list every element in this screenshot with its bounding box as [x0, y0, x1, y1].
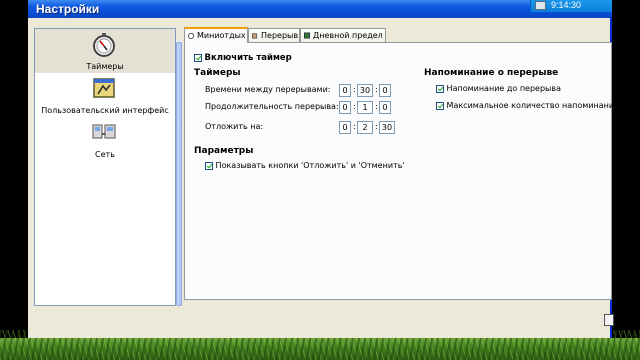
tray-app-icon[interactable]	[535, 1, 546, 10]
interval-seconds-field[interactable]: 0	[379, 84, 391, 97]
tab-panel: Включить таймер Таймеры Времени между пе…	[184, 42, 614, 300]
network-icon	[92, 124, 116, 139]
show-buttons-checkbox[interactable]: Показывать кнопки 'Отложить' и 'Отменить…	[205, 161, 405, 170]
duration-hours-field[interactable]: 0	[339, 101, 351, 114]
enable-timer-checkbox[interactable]: Включить таймер	[194, 53, 292, 63]
tab-daily-limit[interactable]: Дневной предел	[300, 28, 386, 42]
colon-separator: :	[353, 102, 356, 111]
vertical-scrollbar[interactable]	[176, 40, 182, 306]
timer-label-duration: Продолжительность перерыва:	[205, 102, 339, 111]
sidebar-item-timers[interactable]: Таймеры	[35, 29, 175, 73]
colon-separator: :	[375, 85, 378, 94]
checkbox-box[interactable]	[436, 101, 444, 110]
checkbox-label: Максимальное количество напоминани	[446, 101, 615, 110]
system-tray: 9:14:30	[530, 0, 612, 12]
stopwatch-icon	[187, 32, 195, 39]
daily-limit-icon	[304, 32, 310, 39]
sidebar-item-label: Сеть	[95, 150, 115, 159]
checkbox-box[interactable]	[436, 84, 444, 93]
tab-mini-break[interactable]: Миниотдых	[184, 27, 248, 43]
checkbox-label: Напоминание до перерыва	[446, 84, 561, 93]
timers-heading: Таймеры	[194, 68, 241, 78]
ui-icon	[93, 78, 115, 98]
colon-separator: :	[353, 85, 356, 94]
reminder-heading: Напоминание о перерыве	[424, 68, 559, 78]
checkbox-label: Показывать кнопки 'Отложить' и 'Отменить…	[215, 161, 405, 170]
tab-break[interactable]: Перерыв	[248, 28, 300, 42]
timer-label-interval: Времени между перерывами:	[205, 85, 331, 94]
timer-label-postpone: Отложить на:	[205, 122, 264, 131]
sidebar-item-label: Пользовательский интерфейс	[41, 106, 169, 115]
stopwatch-icon	[93, 33, 115, 57]
screen-border-right	[612, 0, 640, 360]
sidebar-item-network[interactable]: Сеть	[35, 117, 175, 161]
interval-hours-field[interactable]: 0	[339, 84, 351, 97]
postpone-seconds-field[interactable]: 30	[379, 121, 395, 134]
scrollbar-thumb[interactable]	[176, 42, 182, 306]
colon-separator: :	[375, 102, 378, 111]
tray-clock[interactable]: 9:14:30	[551, 0, 581, 10]
settings-window: Настройки Таймеры Пользовательский интер…	[28, 0, 614, 338]
sidebar-item-user-interface[interactable]: Пользовательский интерфейс	[35, 73, 175, 117]
window-title: Настройки	[36, 2, 100, 16]
params-heading: Параметры	[194, 146, 254, 156]
postpone-hours-field[interactable]: 0	[339, 121, 351, 134]
postpone-minutes-field[interactable]: 2	[357, 121, 373, 134]
category-list: Таймеры Пользовательский интерфейс Сеть	[34, 28, 176, 306]
colon-separator: :	[353, 122, 356, 131]
tab-label: Перерыв	[261, 31, 299, 40]
colon-separator: :	[375, 122, 378, 131]
duration-minutes-field[interactable]: 1	[357, 101, 373, 114]
window-corner-button[interactable]	[604, 314, 614, 326]
tab-label: Дневной предел	[313, 31, 383, 40]
max-reminders-checkbox[interactable]: Максимальное количество напоминани	[436, 101, 614, 110]
checkbox-label: Включить таймер	[204, 53, 292, 63]
checkbox-box[interactable]	[194, 53, 202, 62]
checkbox-box[interactable]	[205, 161, 213, 170]
remind-before-break-checkbox[interactable]: Напоминание до перерыва	[436, 84, 561, 93]
coffee-icon	[252, 33, 258, 39]
screen-border-left	[0, 0, 28, 360]
tab-label: Миниотдых	[197, 31, 246, 40]
interval-minutes-field[interactable]: 30	[357, 84, 373, 97]
sidebar-item-label: Таймеры	[86, 62, 124, 71]
title-bar[interactable]: Настройки	[28, 0, 612, 18]
duration-seconds-field[interactable]: 0	[379, 101, 391, 114]
